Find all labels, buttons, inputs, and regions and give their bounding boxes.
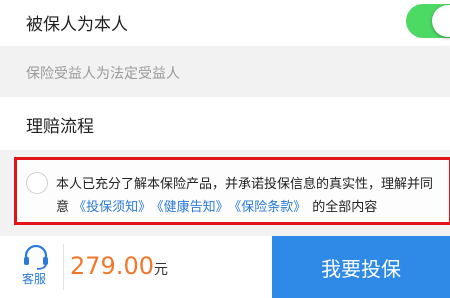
agreement-text-line1: 本人已充分了解本保险产品，并承诺投保信息的真实性，理解并同 [56, 177, 434, 192]
link-terms[interactable]: 《保险条款》 [235, 200, 307, 215]
buy-button[interactable]: 我要投保 [272, 236, 450, 298]
beneficiary-note: 保险受益人为法定受益人 [26, 66, 180, 82]
customer-service-label[interactable]: 客服 [22, 270, 46, 287]
price-value: 279.00 [70, 252, 154, 280]
price-unit: 元 [153, 262, 168, 278]
agreement-suffix: 的全部内容 [312, 200, 378, 215]
agree-radio[interactable] [26, 172, 48, 194]
divider [63, 244, 64, 290]
agreement-text-line2: 意 《投保须知》 《健康告知》 《保险条款》 的全部内容 [56, 196, 377, 215]
claims-process-label: 理赔流程 [26, 117, 94, 137]
link-notice[interactable]: 《投保须知》 [73, 200, 151, 215]
headset-icon[interactable] [22, 244, 50, 270]
link-health[interactable]: 《健康告知》 [157, 200, 229, 215]
price: 279.00元 [70, 252, 168, 280]
insured-self-label: 被保人为本人 [26, 15, 128, 35]
agreement-prefix: 意 [56, 200, 70, 215]
